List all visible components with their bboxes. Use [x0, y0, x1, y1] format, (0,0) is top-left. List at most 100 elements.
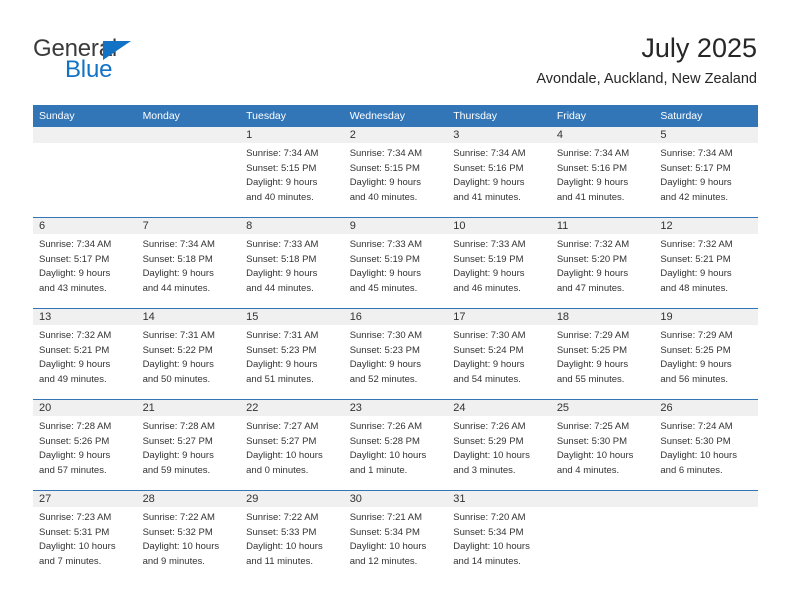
calendar-day-cell[interactable]: 19 Sunrise: 7:29 AM Sunset: 5:25 PM Dayligh… [654, 309, 758, 399]
daylight-text-line2: and 46 minutes. [453, 282, 521, 294]
calendar-day-cell[interactable]: 12 Sunrise: 7:32 AM Sunset: 5:21 PM Dayligh… [654, 218, 758, 308]
sunset-text: Sunset: 5:34 PM [349, 526, 420, 538]
calendar-day-cell[interactable]: 5 Sunrise: 7:34 AM Sunset: 5:17 PM Daylight… [654, 127, 758, 217]
sunrise-text: Sunrise: 7:24 AM [660, 421, 733, 432]
calendar-day-cell[interactable]: 9 Sunrise: 7:33 AM Sunset: 5:19 PM Daylight… [343, 218, 448, 308]
daylight-text-line2: and 45 minutes. [349, 282, 418, 294]
daylight-text-line1: Daylight: 9 hours [142, 268, 214, 280]
day-number: 1 [246, 129, 253, 141]
daylight-text-line2: and 0 minutes. [246, 464, 309, 476]
day-number: 3 [453, 129, 460, 141]
daylight-text-line1: Daylight: 9 hours [39, 268, 111, 280]
sunrise-text: Sunrise: 7:21 AM [349, 512, 423, 523]
calendar-week-row: 20 Sunrise: 7:28 AM Sunset: 5:26 PM Dayligh… [33, 399, 758, 491]
day-number: 20 [39, 402, 52, 414]
calendar-day-cell[interactable]: 6 Sunrise: 7:34 AM Sunset: 5:17 PM Daylight… [33, 218, 137, 308]
calendar-day-cell[interactable]: 8 Sunrise: 7:33 AM Sunset: 5:18 PM Daylight… [240, 218, 344, 308]
sunrise-text: Sunrise: 7:27 AM [246, 421, 319, 432]
calendar-day-cell-empty [33, 127, 137, 217]
day-number: 10 [453, 220, 466, 232]
sunset-text: Sunset: 5:23 PM [349, 344, 420, 356]
sunset-text: Sunset: 5:22 PM [142, 344, 213, 356]
calendar-day-cell[interactable]: 31 Sunrise: 7:20 AM Sunset: 5:34 PM Dayligh… [447, 491, 551, 581]
daylight-text-line1: Daylight: 9 hours [556, 268, 629, 280]
calendar-body: 1 Sunrise: 7:34 AM Sunset: 5:15 PM Daylight… [33, 127, 758, 581]
calendar-day-cell[interactable]: 7 Sunrise: 7:34 AM Sunset: 5:18 PM Daylight… [136, 218, 241, 308]
calendar-day-cell[interactable]: 4 Sunrise: 7:34 AM Sunset: 5:16 PM Daylight… [550, 127, 655, 217]
daylight-text-line1: Daylight: 9 hours [453, 268, 525, 280]
page-header: General Blue July 2025 Avondale, Aucklan… [0, 0, 792, 100]
daylight-text-line2: and 9 minutes. [142, 555, 205, 567]
day-details: Sunrise: 7:30 AM Sunset: 5:24 PM Daylight:… [447, 325, 551, 387]
day-details: Sunrise: 7:34 AM Sunset: 5:16 PM Daylight:… [447, 143, 551, 205]
calendar-day-cell[interactable]: 27 Sunrise: 7:23 AM Sunset: 5:31 PM Dayligh… [33, 491, 137, 581]
calendar-day-cell[interactable]: 2 Sunrise: 7:34 AM Sunset: 5:15 PM Daylight… [343, 127, 448, 217]
sunrise-text: Sunrise: 7:23 AM [39, 512, 112, 523]
day-number-band: 22 [240, 400, 344, 416]
daylight-text-line2: and 57 minutes. [39, 464, 107, 476]
day-number-band: 8 [240, 218, 344, 234]
day-number: 19 [660, 311, 673, 323]
calendar-day-cell[interactable]: 30 Sunrise: 7:21 AM Sunset: 5:34 PM Dayligh… [343, 491, 448, 581]
daylight-text-line1: Daylight: 9 hours [453, 177, 525, 189]
daylight-text-line2: and 54 minutes. [453, 373, 521, 385]
calendar-day-cell[interactable]: 10 Sunrise: 7:33 AM Sunset: 5:19 PM Dayligh… [447, 218, 551, 308]
calendar-day-cell[interactable]: 23 Sunrise: 7:26 AM Sunset: 5:28 PM Dayligh… [343, 400, 448, 490]
sunrise-text: Sunrise: 7:32 AM [39, 330, 112, 341]
sunrise-text: Sunrise: 7:22 AM [142, 512, 215, 523]
sunrise-text: Sunrise: 7:20 AM [453, 512, 526, 523]
calendar-week-row: 1 Sunrise: 7:34 AM Sunset: 5:15 PM Daylight… [33, 127, 758, 218]
daylight-text-line2: and 11 minutes. [246, 555, 314, 567]
sunset-text: Sunset: 5:29 PM [453, 435, 524, 447]
sunrise-text: Sunrise: 7:29 AM [556, 330, 630, 341]
calendar-day-cell[interactable]: 1 Sunrise: 7:34 AM Sunset: 5:15 PM Daylight… [240, 127, 344, 217]
day-details: Sunrise: 7:28 AM Sunset: 5:27 PM Daylight:… [137, 416, 241, 478]
calendar-day-cell[interactable]: 16 Sunrise: 7:30 AM Sunset: 5:23 PM Dayligh… [343, 309, 448, 399]
calendar-day-cell[interactable]: 11 Sunrise: 7:32 AM Sunset: 5:20 PM Dayligh… [550, 218, 655, 308]
calendar-day-cell[interactable]: 15 Sunrise: 7:31 AM Sunset: 5:23 PM Dayligh… [240, 309, 344, 399]
daylight-text-line2: and 40 minutes. [349, 191, 418, 203]
calendar-day-cell[interactable]: 3 Sunrise: 7:34 AM Sunset: 5:16 PM Daylight… [447, 127, 551, 217]
day-number: 14 [142, 311, 155, 323]
daylight-text-line2: and 59 minutes. [142, 464, 211, 476]
day-details: Sunrise: 7:27 AM Sunset: 5:27 PM Daylight:… [240, 416, 344, 478]
daylight-text-line2: and 42 minutes. [660, 191, 728, 203]
sunrise-text: Sunrise: 7:33 AM [453, 239, 526, 250]
daylight-text-line1: Daylight: 9 hours [142, 359, 214, 371]
day-details: Sunrise: 7:26 AM Sunset: 5:29 PM Daylight:… [447, 416, 551, 478]
sunrise-text: Sunrise: 7:28 AM [142, 421, 215, 432]
daylight-text-line2: and 51 minutes. [246, 373, 314, 385]
calendar-day-cell[interactable]: 22 Sunrise: 7:27 AM Sunset: 5:27 PM Dayligh… [240, 400, 344, 490]
day-number: 8 [246, 220, 253, 232]
calendar-day-cell[interactable]: 26 Sunrise: 7:24 AM Sunset: 5:30 PM Dayligh… [654, 400, 758, 490]
day-number-band: 11 [550, 218, 655, 234]
daylight-text-line2: and 43 minutes. [39, 282, 107, 294]
calendar-day-cell[interactable]: 28 Sunrise: 7:22 AM Sunset: 5:32 PM Dayligh… [136, 491, 241, 581]
day-number-band: 4 [550, 127, 655, 143]
sunrise-text: Sunrise: 7:31 AM [142, 330, 215, 341]
calendar-day-cell[interactable]: 18 Sunrise: 7:29 AM Sunset: 5:25 PM Dayligh… [550, 309, 655, 399]
calendar-day-cell[interactable]: 17 Sunrise: 7:30 AM Sunset: 5:24 PM Dayligh… [447, 309, 551, 399]
daylight-text-line2: and 6 minutes. [660, 464, 723, 476]
day-number: 2 [349, 129, 356, 141]
calendar-day-cell[interactable]: 13 Sunrise: 7:32 AM Sunset: 5:21 PM Dayligh… [33, 309, 137, 399]
calendar-day-cell[interactable]: 24 Sunrise: 7:26 AM Sunset: 5:29 PM Dayligh… [447, 400, 551, 490]
calendar-day-cell[interactable]: 20 Sunrise: 7:28 AM Sunset: 5:26 PM Dayligh… [33, 400, 137, 490]
sunrise-text: Sunrise: 7:34 AM [142, 239, 215, 250]
calendar-day-cell[interactable]: 25 Sunrise: 7:25 AM Sunset: 5:30 PM Dayligh… [550, 400, 655, 490]
calendar-day-cell[interactable]: 14 Sunrise: 7:31 AM Sunset: 5:22 PM Dayligh… [136, 309, 241, 399]
day-number-band: 1 [240, 127, 344, 143]
day-number-band: 27 [33, 491, 137, 507]
sunrise-text: Sunrise: 7:32 AM [660, 239, 733, 250]
sunset-text: Sunset: 5:34 PM [453, 526, 524, 538]
sunset-text: Sunset: 5:15 PM [349, 162, 420, 174]
calendar-day-cell[interactable]: 21 Sunrise: 7:28 AM Sunset: 5:27 PM Dayligh… [136, 400, 241, 490]
sunset-text: Sunset: 5:30 PM [660, 435, 731, 447]
calendar-day-cell[interactable]: 29 Sunrise: 7:22 AM Sunset: 5:33 PM Dayligh… [240, 491, 344, 581]
sunset-text: Sunset: 5:24 PM [453, 344, 524, 356]
sunset-text: Sunset: 5:27 PM [142, 435, 213, 447]
sunset-text: Sunset: 5:17 PM [39, 253, 110, 265]
daylight-text-line1: Daylight: 9 hours [349, 177, 421, 189]
day-number: 31 [453, 493, 466, 505]
day-number: 18 [556, 311, 570, 323]
